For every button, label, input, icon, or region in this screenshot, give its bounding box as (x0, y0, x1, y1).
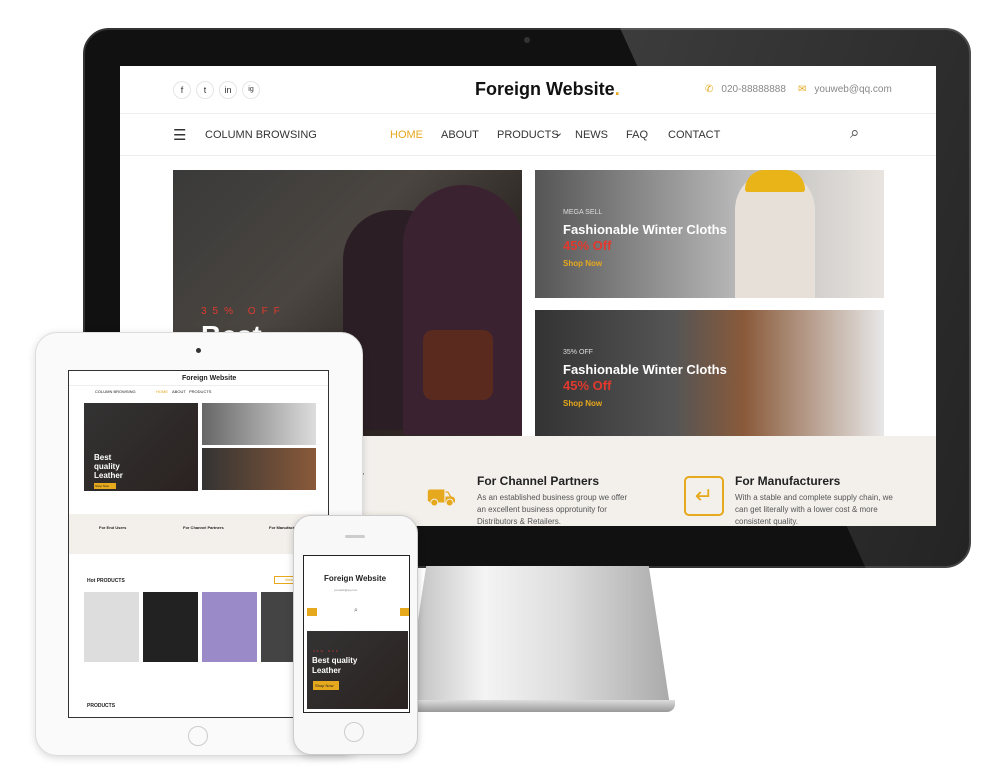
truck-icon: ⛟ (426, 484, 457, 511)
mail-icon: ✉ (798, 84, 807, 95)
banner-title: Fashionable Winter Cloths 45% Off (563, 362, 727, 394)
banner-tag: 35% OFF (563, 349, 593, 356)
product-card[interactable] (202, 592, 257, 662)
menu-button[interactable] (400, 608, 409, 616)
line: Leather (312, 666, 341, 675)
nav-contact[interactable]: CONTACT (668, 129, 720, 141)
phone-number: 020-88888888 (721, 84, 786, 95)
hero-discount: 35% OFF (201, 306, 286, 317)
phone-site: Foreign Website youweb@qq.com ⌕ 35% OFF … (303, 555, 410, 713)
column-browsing[interactable]: COLUMN BROWSING (205, 129, 317, 141)
shop-now-link[interactable]: Shop Now (563, 399, 602, 408)
feature-text: With a stable and complete supply chain,… (735, 493, 893, 526)
nav-news[interactable]: NEWS (575, 129, 608, 141)
feature-title: For Manufacturers (735, 474, 841, 488)
search-icon[interactable]: ⌕ (850, 123, 860, 143)
phone-hero[interactable]: 35% OFF Best quality Leather Shop Now (307, 631, 408, 709)
line: quality (94, 462, 120, 471)
nav-about[interactable]: ABOUT (441, 129, 479, 141)
camera-icon (196, 348, 201, 353)
banner-title-text: Fashionable Winter Cloths (563, 362, 727, 377)
phone-email: youweb@qq.com (334, 588, 358, 592)
feature-text: As an established business group we offe… (477, 493, 628, 526)
email-address: youweb@qq.com (814, 84, 892, 95)
banner-title: Fashionable Winter Cloths 45% Off (563, 222, 727, 254)
tablet-logo: Foreign Website (182, 375, 237, 382)
menu-button[interactable] (307, 608, 317, 616)
site-logo[interactable]: Foreign Website. (475, 79, 620, 100)
product-card[interactable] (143, 592, 198, 662)
tablet-nav-products[interactable]: PRODUCTS (189, 389, 211, 394)
nav-home[interactable]: HOME (390, 129, 423, 141)
twitter-icon[interactable]: t (196, 81, 214, 99)
divider (69, 385, 328, 386)
shop-now-button[interactable]: Shop Now (94, 483, 116, 489)
line: Leather (94, 471, 123, 480)
tablet-column-browsing[interactable]: COLUMN BROWSING (95, 389, 136, 394)
shop-now-button[interactable]: Shop Now (313, 681, 339, 690)
promo-banner-1[interactable]: MEGA SELL Fashionable Winter Cloths 45% O… (535, 170, 884, 298)
imac-stand-foot (400, 700, 675, 712)
feature-channel-partners: For Channel Partners As an established bu… (477, 474, 637, 526)
phone-speaker (345, 535, 365, 538)
camera-icon (524, 37, 530, 43)
home-button (344, 722, 364, 742)
chevron-down-icon[interactable]: ⌄ (554, 126, 563, 139)
hot-products-heading: Hot PRODUCTS (87, 578, 125, 584)
linkedin-icon[interactable]: in (219, 81, 237, 99)
banner-title-text: Fashionable Winter Cloths (563, 222, 727, 237)
line: Best quality (312, 656, 358, 665)
instagram-icon[interactable]: ig (242, 81, 260, 99)
tablet-banner-2[interactable] (202, 448, 316, 490)
leather-bag (423, 330, 493, 400)
facebook-icon[interactable]: f (173, 81, 191, 99)
promo-banner-2[interactable]: 35% OFF Fashionable Winter Cloths 45% Off… (535, 310, 884, 438)
imac-stand (405, 566, 670, 706)
return-icon: ↵ (684, 476, 724, 516)
top-bar: f t in ig Foreign Website. ✆ 020-88888888… (120, 66, 936, 114)
tablet-site: Foreign Website HOME ABOUT PRODUCTS COLU… (68, 370, 329, 718)
yellow-hat (745, 170, 805, 192)
shop-now-link[interactable]: Shop Now (563, 259, 602, 268)
tablet-features: For End Users For Channel Partners For M… (69, 514, 328, 554)
search-icon[interactable]: ⌕ (354, 607, 358, 615)
feature-manufacturers: For Manufacturers With a stable and compl… (735, 474, 895, 526)
nav-products[interactable]: PRODUCTS (497, 129, 559, 141)
hero-discount: 35% OFF (313, 649, 340, 653)
logo-dot: . (614, 79, 620, 99)
tablet-banner-1[interactable] (202, 403, 316, 445)
tablet-nav-about[interactable]: ABOUT (172, 389, 186, 394)
menu-icon[interactable]: ☰ (173, 126, 186, 144)
tablet-hero[interactable]: Best quality Leather Shop Now (84, 403, 198, 491)
banner-tag: MEGA SELL (563, 209, 603, 216)
feature-title: For Channel Partners (477, 474, 600, 488)
feature-title: For End Users (99, 525, 127, 530)
product-card[interactable] (84, 592, 139, 662)
banner-highlight: 45% Off (563, 378, 612, 393)
feature-title: For Channel Partners (183, 525, 224, 530)
home-button (188, 726, 208, 746)
tablet-hero-title: Best quality Leather (94, 453, 123, 480)
products-heading: PRODUCTS (87, 703, 116, 709)
email-contact[interactable]: ✉ youweb@qq.com (798, 84, 892, 95)
main-nav: ☰ COLUMN BROWSING HOME ABOUT PRODUCTS ⌄ … (120, 114, 936, 156)
phone-logo: Foreign Website (324, 574, 387, 583)
phone-contact: ✆ 020-88888888 (705, 84, 786, 95)
banner-highlight: 45% Off (563, 238, 612, 253)
phone-hero-title: Best quality Leather (312, 656, 357, 676)
line: Best (94, 453, 112, 462)
nav-faq[interactable]: FAQ (626, 129, 648, 141)
phone-icon: ✆ (705, 84, 714, 95)
tablet-nav-home[interactable]: HOME (156, 389, 168, 394)
logo-text: Foreign Website (475, 79, 615, 99)
